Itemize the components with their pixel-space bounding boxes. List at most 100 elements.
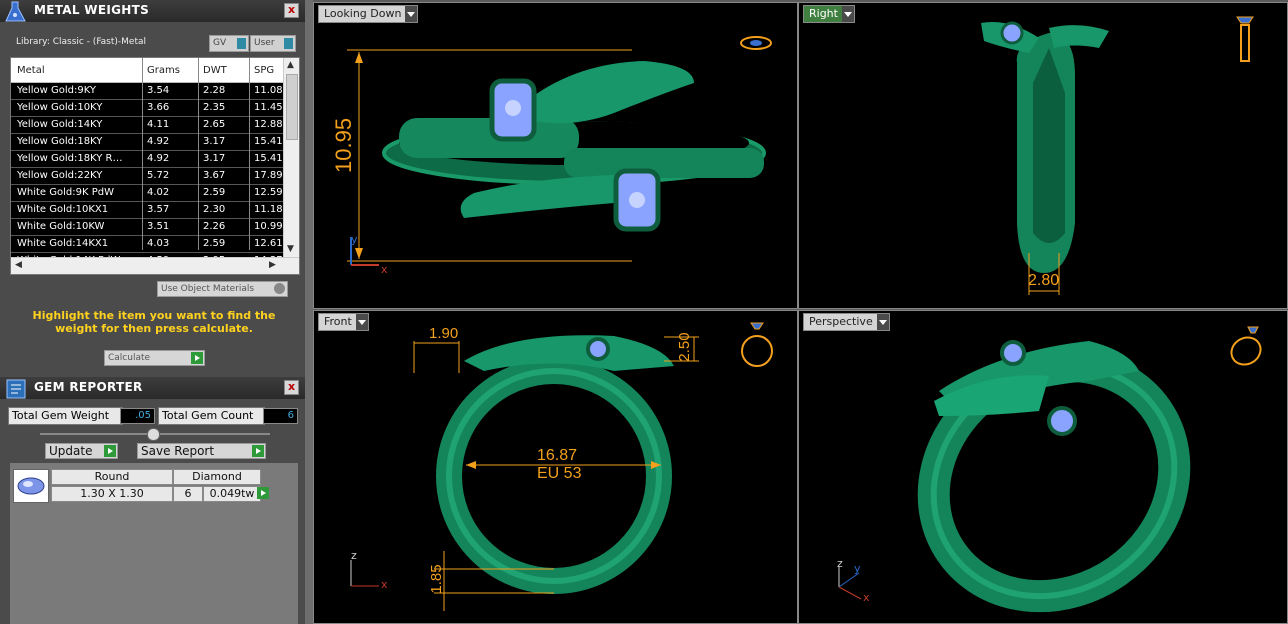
close-icon[interactable]: x: [284, 3, 299, 18]
scroll-up-icon[interactable]: ▲: [287, 60, 294, 70]
metal-weights-title: METAL WEIGHTS: [34, 3, 150, 17]
column-divider: [249, 58, 250, 250]
viewport-label-perspective[interactable]: Perspective: [803, 313, 890, 331]
cell-dwt: 3.67: [203, 170, 226, 181]
scroll-right-icon[interactable]: ▶: [269, 260, 276, 270]
viewport-label-right[interactable]: Right: [803, 5, 855, 23]
cell-spg: 15.41: [254, 136, 283, 147]
cell-grams: 5.72: [147, 170, 170, 181]
play-icon: [104, 445, 116, 457]
total-gem-count-value: 6: [263, 408, 298, 424]
table-row[interactable]: Yellow Gold:10KY 3.66 2.35 11.45: [11, 100, 283, 117]
calculate-label: Calculate: [108, 353, 151, 363]
play-icon: [257, 487, 269, 499]
ring-size-label: EU 53: [537, 465, 582, 482]
viewport-perspective[interactable]: z y x Perspective: [798, 310, 1288, 624]
ring-perspective-icon[interactable]: [1226, 325, 1266, 369]
dropdown-arrow-icon[interactable]: [355, 314, 368, 330]
vertical-scrollbar[interactable]: ▲ ▼: [283, 58, 299, 257]
user-toggle[interactable]: User: [250, 35, 296, 52]
metal-weights-titlebar: METAL WEIGHTS x: [0, 0, 305, 22]
gem-weight-cell: 0.049tw: [203, 486, 261, 502]
gem-details-button[interactable]: [255, 486, 271, 502]
table-row[interactable]: Yellow Gold:18KY 4.92 3.17 15.41: [11, 134, 283, 151]
cell-grams: 4.02: [147, 187, 170, 198]
flask-icon: [5, 1, 26, 22]
table-row[interactable]: White Gold:10KW 3.51 2.26 10.99: [11, 219, 283, 236]
dropdown-arrow-icon[interactable]: [841, 6, 854, 22]
update-label: Update: [49, 444, 93, 458]
axis-y-label: y: [351, 233, 358, 246]
gv-toggle-label: GV: [213, 38, 227, 48]
cell-dwt: 2.28: [203, 85, 226, 96]
axis-x-label: x: [381, 263, 388, 276]
save-report-button[interactable]: Save Report: [137, 443, 266, 459]
cell-dwt: 2.59: [203, 187, 226, 198]
update-button[interactable]: Update: [45, 443, 118, 459]
table-row[interactable]: White Gold:10KX1 3.57 2.30 11.18: [11, 202, 283, 219]
panel-splitter[interactable]: [305, 0, 313, 624]
gem-shape-cell: Round: [51, 469, 173, 485]
column-divider: [142, 58, 143, 250]
calculate-button[interactable]: Calculate: [104, 350, 205, 366]
axis-x-label: x: [381, 578, 388, 591]
table-row[interactable]: White Gold:14KX1 4.03 2.59 12.61: [11, 236, 283, 253]
cell-metal: Yellow Gold:18KY R…: [17, 153, 123, 164]
column-divider: [198, 58, 199, 250]
cell-spg: 12.61: [254, 238, 283, 249]
cell-dwt: 2.30: [203, 204, 226, 215]
cell-spg: 10.99: [254, 221, 283, 232]
column-header-dwt[interactable]: DWT: [203, 65, 227, 76]
splitter-handle-icon[interactable]: [147, 428, 160, 441]
viewport-label-front[interactable]: Front: [318, 313, 369, 331]
scrollbar-thumb[interactable]: [286, 74, 298, 140]
ring-side-view-icon[interactable]: [1233, 13, 1257, 65]
toggle-switch-icon: [237, 38, 246, 49]
viewport-front[interactable]: 1.90 2.50 16.87 EU 53 1.85 z x Front: [313, 310, 798, 624]
table-row[interactable]: Yellow Gold:14KY 4.11 2.65 12.88: [11, 117, 283, 134]
cell-metal: Yellow Gold:10KY: [17, 102, 103, 113]
cell-grams: 4.11: [147, 119, 170, 130]
radio-icon: [274, 283, 285, 294]
viewport-label-looking-down[interactable]: Looking Down: [318, 5, 419, 23]
scroll-left-icon[interactable]: ◀: [15, 260, 22, 270]
viewport-right[interactable]: 2.80 Right: [798, 2, 1288, 309]
scroll-down-icon[interactable]: ▼: [287, 244, 294, 254]
viewport-label-text: Right: [809, 7, 838, 20]
cell-dwt: 3.17: [203, 153, 226, 164]
ring-top-view-icon[interactable]: [739, 33, 773, 53]
column-header-grams[interactable]: Grams: [147, 65, 180, 76]
dropdown-arrow-icon[interactable]: [405, 6, 418, 22]
horizontal-scrollbar[interactable]: ◀ ▶: [11, 257, 299, 274]
cell-grams: 4.92: [147, 136, 170, 147]
cell-metal: Yellow Gold:18KY: [17, 136, 103, 147]
user-toggle-label: User: [254, 38, 275, 48]
axis-x-label: x: [863, 591, 870, 604]
cell-grams: 3.57: [147, 204, 170, 215]
total-gem-weight-value: .05: [120, 408, 155, 424]
table-row[interactable]: Yellow Gold:22KY 5.72 3.67 17.89: [11, 168, 283, 185]
viewport-label-text: Looking Down: [324, 7, 402, 20]
cell-spg: 15.41: [254, 153, 283, 164]
viewport-looking-down[interactable]: 10.95 y x Looking Down: [313, 2, 798, 309]
dropdown-arrow-icon[interactable]: [876, 314, 889, 330]
table-row[interactable]: White Gold:9K PdW 4.02 2.59 12.59: [11, 185, 283, 202]
close-icon[interactable]: x: [284, 380, 299, 395]
cell-spg: 11.18: [254, 204, 283, 215]
column-header-spg[interactable]: SPG: [254, 65, 274, 76]
gv-toggle[interactable]: GV: [209, 35, 249, 52]
ring-front-view-icon[interactable]: [739, 321, 775, 371]
cell-metal: Yellow Gold:14KY: [17, 119, 103, 130]
use-object-materials-button[interactable]: Use Object Materials: [157, 281, 288, 297]
metal-table: Metal Grams DWT SPG Yellow Gold:9KY 3.54 2…: [10, 57, 300, 275]
cell-dwt: 2.35: [203, 102, 226, 113]
inner-diameter-label: 16.87: [537, 447, 578, 464]
round-gem-icon: [13, 469, 49, 503]
column-header-metal[interactable]: Metal: [17, 65, 45, 76]
table-row[interactable]: Yellow Gold:18KY R… 4.92 3.17 15.41: [11, 151, 283, 168]
bottom-thickness-label: 1.85: [428, 564, 445, 594]
cell-metal: White Gold:10KX1: [17, 204, 109, 215]
cell-metal: White Gold:10KW: [17, 221, 105, 232]
total-gem-count-label: Total Gem Count: [158, 407, 265, 425]
table-row[interactable]: Yellow Gold:9KY 3.54 2.28 11.08: [11, 83, 283, 100]
